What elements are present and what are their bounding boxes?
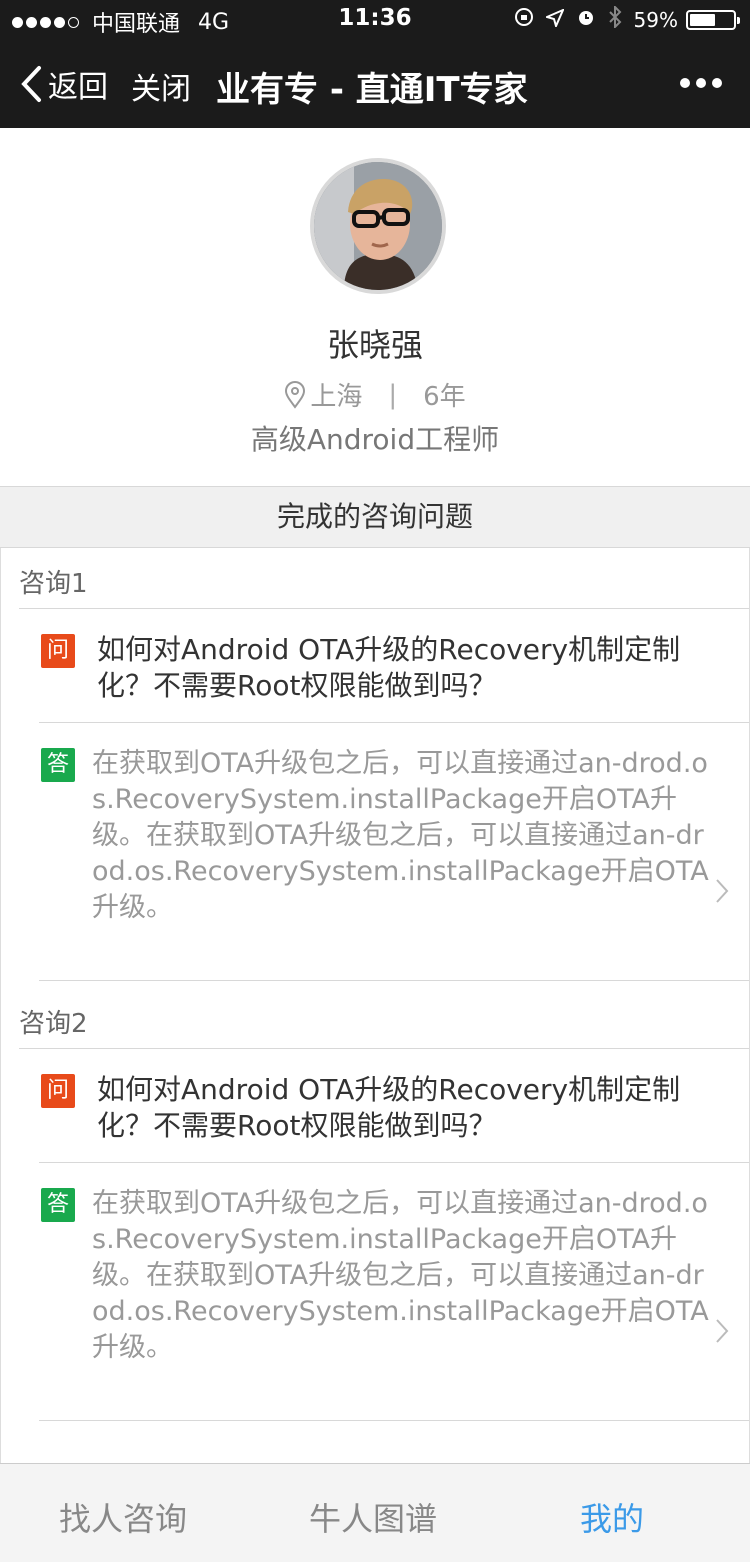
close-button[interactable]: 关闭 (131, 64, 191, 108)
job-title: 高级Android工程师 (250, 423, 500, 456)
location-text: 上海 (310, 382, 363, 412)
divider (39, 980, 749, 981)
consult-label: 咨询2 (19, 1009, 88, 1039)
battery-level-fill (690, 13, 715, 26)
divider (39, 1162, 749, 1163)
battery-icon (686, 9, 740, 30)
page-title: 业有专 - 直通IT专家 (216, 70, 528, 110)
back-button[interactable]: 返回 (20, 62, 108, 106)
back-label: 返回 (48, 70, 108, 105)
question-text: 如何对Android OTA升级的Recovery机制定制化？不需要Root权限… (97, 1073, 681, 1142)
experience-years: 6年 (423, 382, 466, 412)
answer-badge: 答 (41, 748, 75, 782)
answer-badge: 答 (41, 1188, 75, 1222)
divider (19, 608, 749, 609)
question-text: 如何对Android OTA升级的Recovery机制定制化？不需要Root权限… (97, 633, 681, 702)
tab-bar: 找人咨询 牛人图谱 我的 (0, 1463, 750, 1562)
location-pin-icon (285, 380, 306, 409)
divider (39, 722, 749, 723)
answer-text: 在获取到OTA升级包之后，可以直接通过an-drod.os.RecoverySy… (92, 748, 709, 923)
consult-item[interactable]: 咨询1 问 如何对Android OTA升级的Recovery机制定制化？不需要… (1, 548, 749, 988)
tab-mine[interactable]: 我的 (580, 1494, 644, 1540)
meta-divider: | (388, 379, 398, 410)
consult-list: 咨询1 问 如何对Android OTA升级的Recovery机制定制化？不需要… (0, 548, 750, 1463)
rotation-lock-icon (514, 7, 534, 32)
expert-name: 张晓强 (326, 326, 423, 364)
consult-label: 咨询1 (19, 569, 88, 599)
divider (39, 1420, 749, 1421)
section-header: 完成的咨询问题 (0, 486, 750, 548)
battery-percent: 59% (633, 7, 678, 32)
bluetooth-icon (608, 4, 622, 33)
status-bar: 中国联通 4G 11:36 59% (0, 0, 750, 40)
chevron-left-icon (21, 66, 41, 102)
consult-item[interactable]: 咨询2 问 如何对Android OTA升级的Recovery机制定制化？不需要… (1, 988, 749, 1428)
location-arrow-icon (543, 7, 565, 32)
answer-text: 在获取到OTA升级包之后，可以直接通过an-drod.os.RecoverySy… (92, 1188, 709, 1363)
profile-meta: 上海 | 6年 (0, 376, 750, 413)
alarm-icon (576, 7, 596, 32)
question-badge: 问 (41, 1074, 75, 1108)
more-options-icon[interactable] (674, 78, 722, 88)
question-badge: 问 (41, 634, 75, 668)
divider (19, 1048, 749, 1049)
chevron-right-icon[interactable] (715, 1318, 729, 1344)
chevron-right-icon[interactable] (715, 878, 729, 904)
tab-expert-map[interactable]: 牛人图谱 (309, 1494, 437, 1540)
profile-card: 张晓强 上海 | 6年 高级Android工程师 (0, 128, 750, 486)
nav-bar: 返回 关闭 业有专 - 直通IT专家 (0, 40, 750, 128)
avatar (310, 158, 446, 294)
tab-find-consult[interactable]: 找人咨询 (59, 1494, 187, 1540)
